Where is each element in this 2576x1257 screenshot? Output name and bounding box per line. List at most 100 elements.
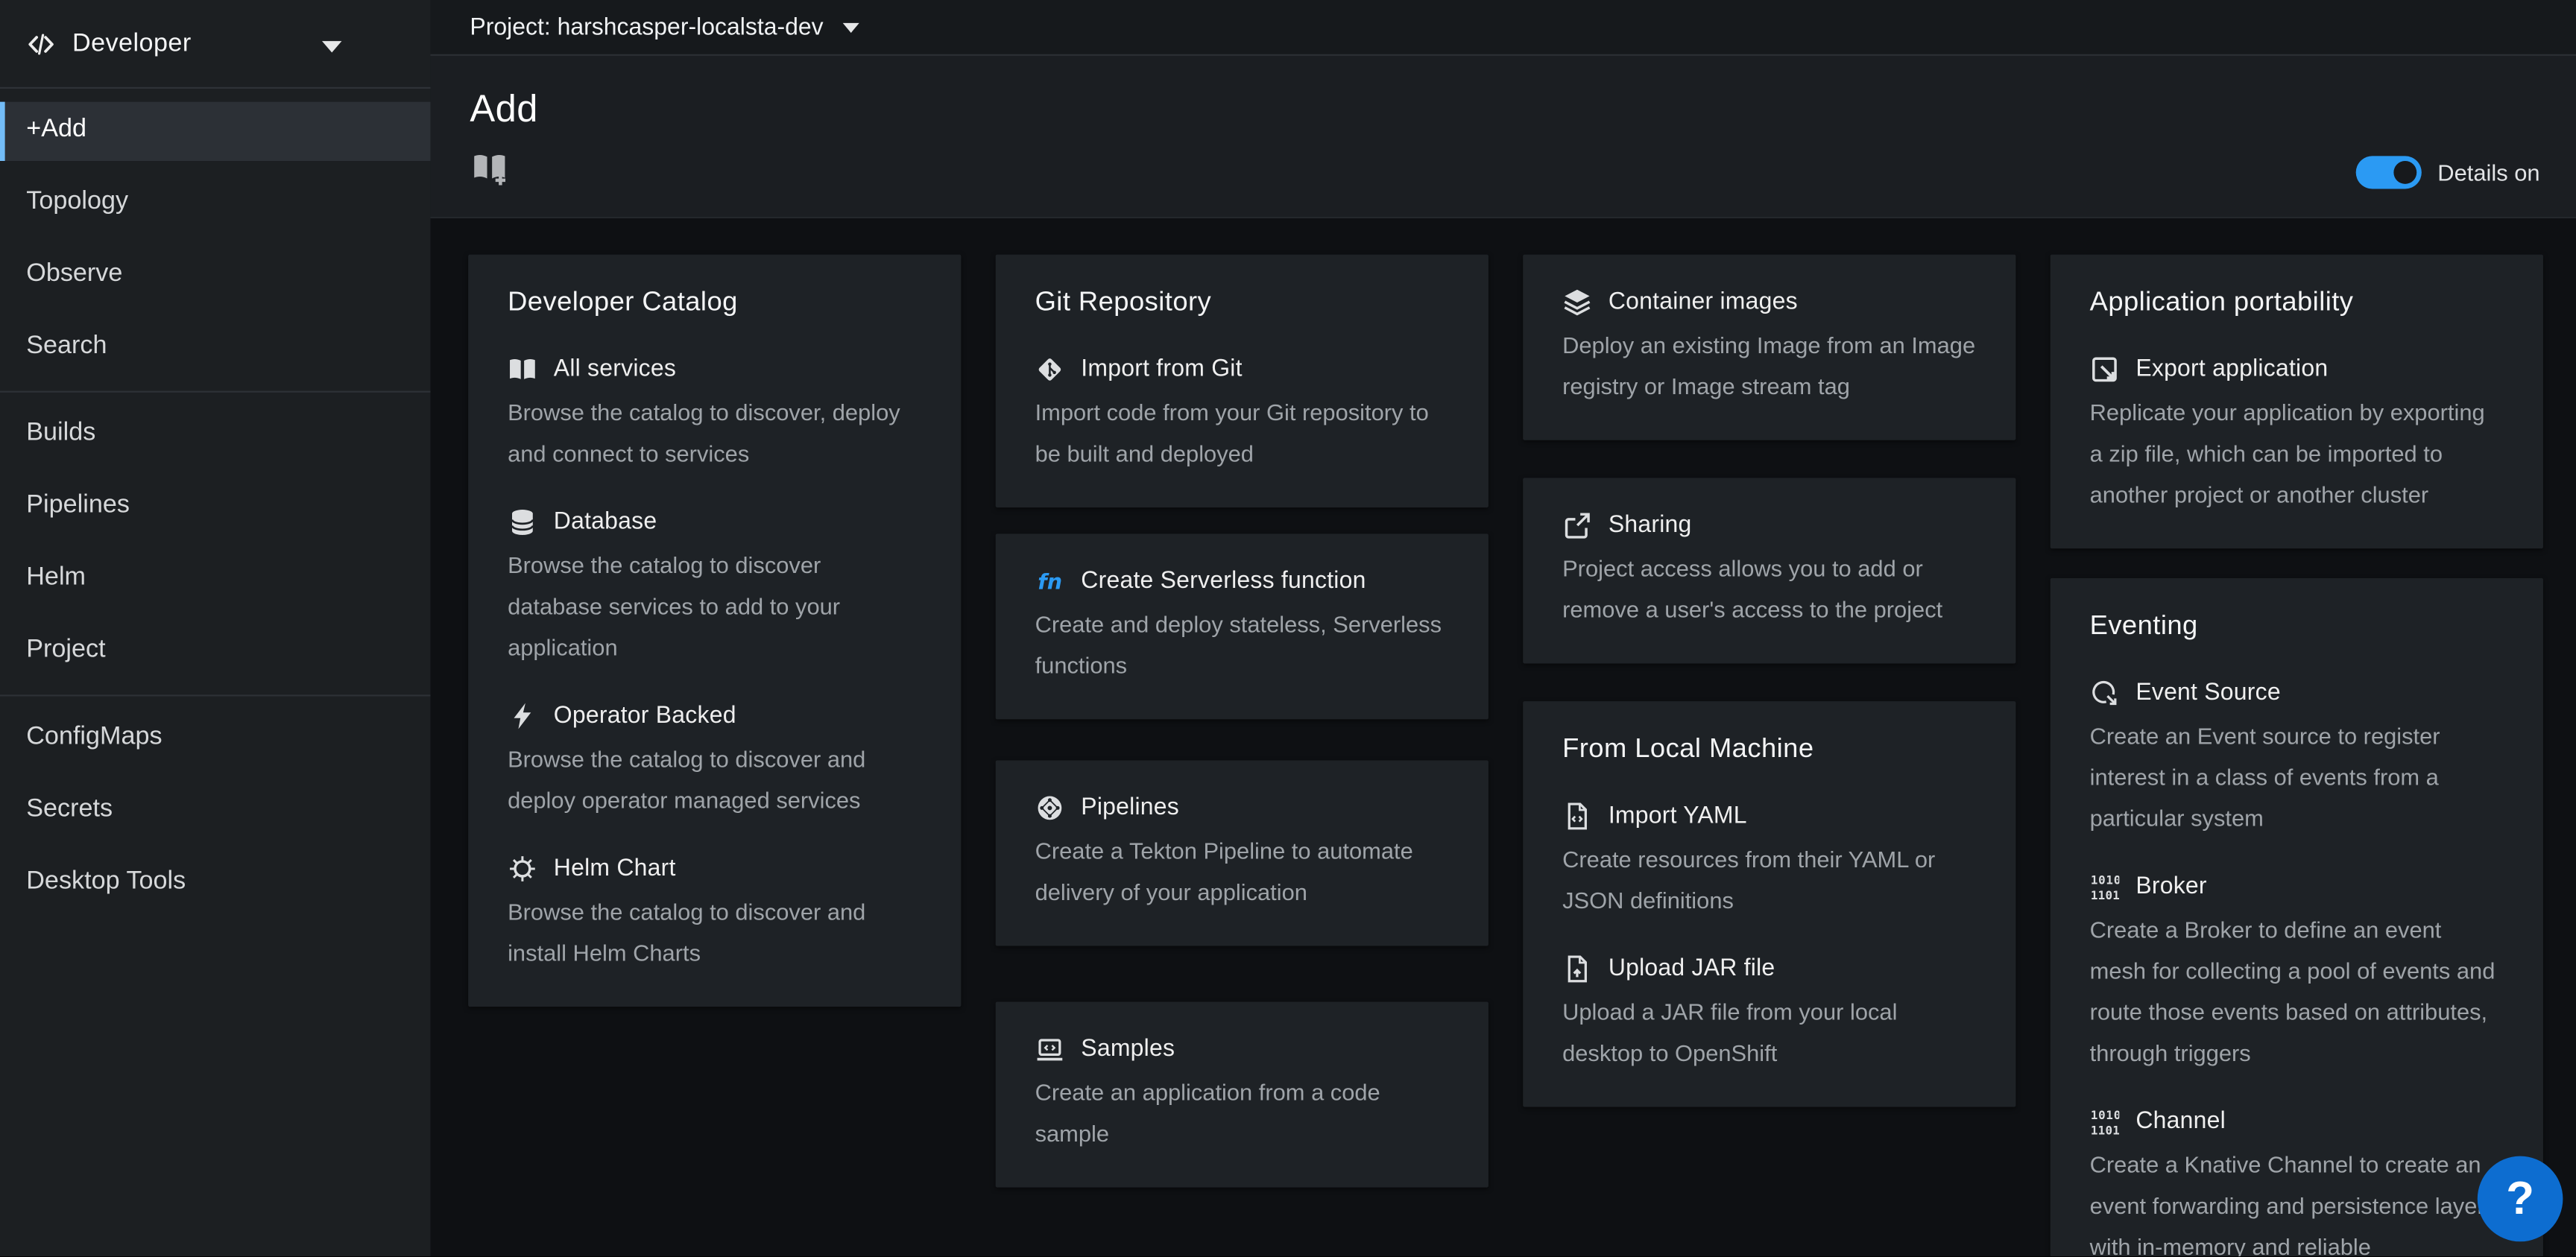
add-item-title: Sharing	[1609, 513, 1692, 539]
details-toggle-label: Details on	[2437, 159, 2539, 186]
export-icon	[2090, 355, 2120, 384]
add-item-description: Create a Broker to define an event mesh …	[2090, 910, 2504, 1074]
add-column-3: Container imagesDeploy an existing Image…	[1523, 255, 2015, 1107]
sidebar-item-helm[interactable]: Helm	[0, 550, 430, 609]
tekton-icon	[1035, 794, 1065, 823]
add-item-description: Create a Knative Channel to create an ev…	[2090, 1144, 2504, 1257]
add-item-description: Create resources from their YAML or JSON…	[1562, 839, 1976, 921]
page-header: Add Details on	[430, 56, 2576, 218]
card-title: From Local Machine	[1562, 734, 1976, 765]
card-title: Developer Catalog	[508, 288, 921, 319]
add-item-all-services[interactable]: All servicesBrowse the catalog to discov…	[508, 355, 921, 475]
svg-text:11011: 11011	[2091, 1123, 2119, 1136]
sidebar-item-builds[interactable]: Builds	[0, 405, 430, 464]
add-item-title: Event Source	[2135, 680, 2281, 706]
add-item-title: Import from Git	[1081, 356, 1242, 382]
card-samples[interactable]: Samples Create an application from a code…	[996, 1002, 1489, 1188]
add-item-header: Operator Backed	[508, 701, 921, 731]
add-item-title: Broker	[2135, 874, 2206, 900]
add-item-header: 101011011 Channel	[2090, 1107, 2504, 1137]
add-item-header: Helm Chart	[508, 854, 921, 884]
add-item-event-source[interactable]: Event SourceCreate an Event source to re…	[2090, 678, 2504, 839]
card-container-images[interactable]: Container imagesDeploy an existing Image…	[1523, 255, 2015, 440]
sidebar-item-observe[interactable]: Observe	[0, 247, 430, 305]
svg-text:fn: fn	[1038, 570, 1062, 595]
add-item-header: Export application	[2090, 355, 2504, 384]
add-item-title: Import YAML	[1609, 803, 1747, 829]
add-item-helm-chart[interactable]: Helm ChartBrowse the catalog to discover…	[508, 854, 921, 974]
git-icon	[1035, 355, 1065, 384]
add-item-header: All services	[508, 355, 921, 384]
perspective-label: Developer	[72, 29, 192, 59]
page-title: Add	[470, 87, 538, 132]
add-item-title: Channel	[2135, 1109, 2226, 1135]
switch-knob	[2393, 161, 2416, 184]
project-selector[interactable]: Project: harshcasper-localsta-dev	[470, 14, 859, 40]
add-item-samples[interactable]: Samples Create an application from a code…	[1035, 1035, 1449, 1155]
add-item-sharing[interactable]: SharingProject access allows you to add …	[1562, 510, 1976, 630]
share-icon	[1562, 510, 1592, 540]
sidebar-item-topology[interactable]: Topology	[0, 174, 430, 233]
add-item-upload-jar-file[interactable]: Upload JAR fileUpload a JAR file from yo…	[1562, 954, 1976, 1074]
sidebar-nav: +Add Topology Observe Search Builds Pipelines…	[0, 89, 430, 913]
sidebar-divider	[0, 391, 430, 393]
samples-icon	[1035, 1035, 1065, 1065]
sidebar-item-configmaps[interactable]: ConfigMaps	[0, 709, 430, 768]
add-item-header: Upload JAR file	[1562, 954, 1976, 984]
add-item-import-yaml[interactable]: Import YAML Create resources from their Y…	[1562, 802, 1976, 922]
card-title: Git Repository	[1035, 288, 1449, 319]
card-application-portability: Application portability Export applicatio…	[2051, 255, 2543, 549]
binary-icon: 101011011	[2090, 1107, 2120, 1137]
question-icon: ?	[2506, 1174, 2534, 1226]
file-upload-icon	[1562, 954, 1592, 984]
card-pipelines[interactable]: Pipelines Create a Tekton Pipeline to aut…	[996, 760, 1489, 946]
add-item-description: Deploy an existing Image from an Image r…	[1562, 325, 1976, 407]
add-item-pipelines[interactable]: Pipelines Create a Tekton Pipeline to aut…	[1035, 794, 1449, 914]
add-item-description: Create an application from a code sample	[1035, 1072, 1449, 1154]
card-eventing: EventingEvent SourceCreate an Event sour…	[2051, 578, 2543, 1257]
help-button[interactable]: ?	[2478, 1157, 2563, 1243]
add-column-1: Developer Catalog All servicesBrowse the …	[468, 255, 961, 1007]
caret-down-icon	[843, 22, 859, 32]
add-item-header: Samples	[1035, 1035, 1449, 1065]
card-create-serverless-function[interactable]: fnCreate Serverless functionCreate and d…	[996, 533, 1489, 719]
catalog-quick-search-button[interactable]	[470, 151, 509, 191]
add-item-title: Helm Chart	[554, 855, 676, 881]
add-item-description: Create a Tekton Pipeline to automate del…	[1035, 831, 1449, 913]
add-item-import-from-git[interactable]: Import from Git Import code from your Git…	[1035, 355, 1449, 475]
sidebar-item-search[interactable]: Search	[0, 319, 430, 378]
sidebar-item-secrets[interactable]: Secrets	[0, 782, 430, 840]
add-item-export-application[interactable]: Export applicationReplicate your applica…	[2090, 355, 2504, 516]
book-icon	[508, 355, 537, 384]
card-sharing[interactable]: SharingProject access allows you to add …	[1523, 478, 2015, 663]
add-item-description: Import code from your Git repository to …	[1035, 393, 1449, 475]
add-item-title: Upload JAR file	[1609, 956, 1775, 982]
add-item-channel[interactable]: 101011011 Channel Create a Knative Channel…	[2090, 1107, 2504, 1257]
card-from-local-machine: From Local Machine Import YAML Create reso…	[1523, 701, 2015, 1106]
bolt-icon	[508, 701, 537, 731]
svg-text:1010: 1010	[2091, 873, 2119, 887]
add-item-container-images[interactable]: Container imagesDeploy an existing Image…	[1562, 288, 1976, 408]
project-selector-label: Project: harshcasper-localsta-dev	[470, 14, 823, 40]
add-item-header: Pipelines	[1035, 794, 1449, 823]
sidebar-item-add[interactable]: +Add	[0, 102, 430, 161]
add-item-broker[interactable]: 101011011 Broker Create a Broker to define…	[2090, 872, 2504, 1074]
svg-text:1010: 1010	[2091, 1108, 2119, 1122]
add-item-operator-backed[interactable]: Operator BackedBrowse the catalog to dis…	[508, 701, 921, 821]
card-title: Application portability	[2090, 288, 2504, 319]
details-switch[interactable]	[2355, 156, 2421, 189]
add-item-title: Database	[554, 509, 657, 535]
sidebar-item-desktop-tools[interactable]: Desktop Tools	[0, 854, 430, 913]
add-column-4: Application portability Export applicatio…	[2051, 255, 2543, 1257]
add-item-header: Import from Git	[1035, 355, 1449, 384]
sidebar-item-pipelines[interactable]: Pipelines	[0, 478, 430, 536]
add-item-header: 101011011 Broker	[2090, 872, 2504, 902]
add-cards-grid: Developer Catalog All servicesBrowse the …	[468, 255, 2543, 1257]
add-item-create-serverless-function[interactable]: fnCreate Serverless functionCreate and d…	[1035, 566, 1449, 686]
add-item-header: Event Source	[2090, 678, 2504, 708]
sidebar-item-project[interactable]: Project	[0, 622, 430, 681]
sidebar: Developer +Add Topology Observe Search Build…	[0, 0, 430, 1257]
binary-icon: 101011011	[2090, 872, 2120, 902]
perspective-switcher[interactable]: Developer	[0, 0, 430, 89]
add-item-database[interactable]: DatabaseBrowse the catalog to discover d…	[508, 507, 921, 668]
